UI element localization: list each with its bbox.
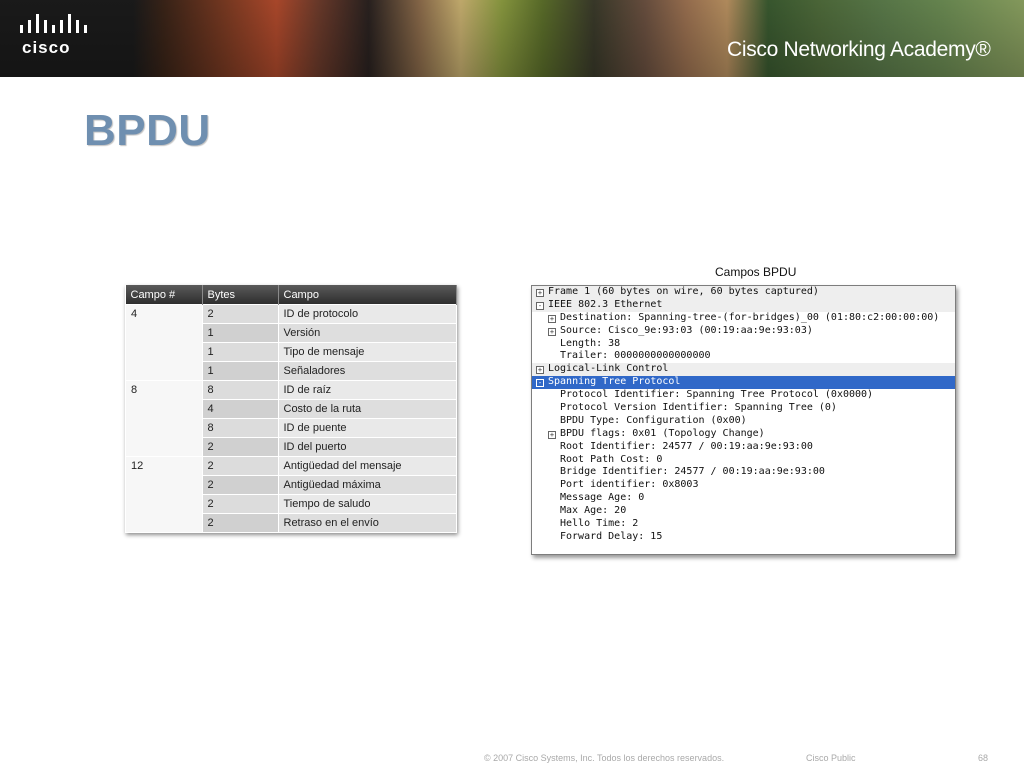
packet-detail-panel[interactable]: + Frame 1 (60 bytes on wire, 60 bytes cap… [531, 285, 956, 555]
cell-bytes: 2 [201, 513, 279, 533]
packet-tree-label: Port identifier: 0x8003 [560, 479, 699, 491]
page-title: BPDU [84, 106, 211, 155]
expand-icon[interactable]: + [548, 430, 556, 439]
packet-tree-label: Logical-Link Control [548, 363, 669, 375]
cell-bytes: 2 [201, 475, 279, 495]
packet-tree-label: Protocol Version Identifier: Spanning Tr… [560, 402, 837, 414]
cell-field-name: Versión [277, 323, 457, 343]
cell-field-name: Señaladores [277, 361, 457, 381]
packet-tree-label: Frame 1 (60 bytes on wire, 60 bytes capt… [548, 286, 819, 297]
packet-tree-item[interactable]: BPDU Type: Configuration (0x00) [532, 415, 955, 428]
cell-bytes: 1 [201, 361, 279, 381]
packet-tree-label: Source: Cisco_9e:93:03 (00:19:aa:9e:93:0… [560, 324, 813, 336]
packet-tree-item[interactable]: Root Path Cost: 0 [532, 454, 955, 467]
cell-field-name: ID de protocolo [277, 304, 457, 324]
column-header-campo: Campo [278, 285, 457, 305]
cell-bytes: 2 [201, 456, 279, 476]
packet-tree-item[interactable]: Forward Delay: 15 [532, 531, 955, 544]
packet-tree-label: Protocol Identifier: Spanning Tree Proto… [560, 389, 874, 401]
cisco-bars-icon [20, 14, 87, 33]
cell-field-number: 4 [125, 304, 203, 381]
cell-bytes: 2 [201, 304, 279, 324]
table-row: 4 2 ID de protocolo [125, 304, 457, 381]
cell-bytes: 1 [201, 342, 279, 362]
cell-bytes: 2 [201, 437, 279, 457]
expand-icon[interactable]: + [536, 289, 544, 297]
packet-tree-label: Root Path Cost: 0 [560, 453, 663, 465]
cell-field-name: Antigüedad del mensaje [277, 456, 457, 476]
footer-classification: Cisco Public [806, 753, 856, 763]
cell-bytes: 4 [201, 399, 279, 419]
packet-tree-item[interactable]: Bridge Identifier: 24577 / 00:19:aa:9e:9… [532, 466, 955, 479]
packet-tree-item[interactable]: - IEEE 802.3 Ethernet [532, 298, 955, 312]
expand-icon[interactable]: + [548, 327, 556, 336]
expand-icon[interactable]: + [548, 314, 556, 323]
cell-field-name: Costo de la ruta [277, 399, 457, 419]
packet-tree-item[interactable]: + BPDU flags: 0x01 (Topology Change) [532, 428, 955, 441]
collapse-icon[interactable]: - [536, 379, 544, 388]
packet-tree-label: Length: 38 [560, 337, 621, 349]
packet-tree-label: Max Age: 20 [560, 505, 627, 517]
packet-tree-item[interactable]: + Logical-Link Control [532, 363, 955, 377]
packet-tree-item[interactable]: - Spanning Tree Protocol [532, 376, 955, 390]
cell-field-name: ID del puerto [277, 437, 457, 457]
packet-tree-label: Root Identifier: 24577 / 00:19:aa:9e:93:… [560, 440, 813, 452]
packet-tree-item[interactable]: Trailer: 0000000000000000 [532, 350, 955, 363]
cell-field-name: Retraso en el envío [277, 513, 457, 533]
packet-tree-label: Forward Delay: 15 [560, 530, 663, 542]
cell-bytes: 2 [201, 494, 279, 514]
packet-tree-label: Message Age: 0 [560, 492, 645, 504]
packet-tree-label: Trailer: 0000000000000000 [560, 350, 711, 362]
packet-tree-label: IEEE 802.3 Ethernet [548, 298, 663, 310]
packet-tree-label: Hello Time: 2 [560, 518, 639, 530]
packet-tree-item[interactable]: + Source: Cisco_9e:93:03 (00:19:aa:9e:93:… [532, 325, 955, 338]
cell-bytes: 1 [201, 323, 279, 343]
cell-field-name: Tiempo de saludo [277, 494, 457, 514]
packet-tree-item[interactable]: Hello Time: 2 [532, 518, 955, 531]
packet-tree-item[interactable]: Message Age: 0 [532, 492, 955, 505]
cell-field-number: 8 [125, 380, 203, 457]
packet-tree-item[interactable]: Protocol Identifier: Spanning Tree Proto… [532, 389, 955, 402]
footer-page-number: 68 [978, 753, 989, 763]
packet-tree-item[interactable]: Root Identifier: 24577 / 00:19:aa:9e:93:… [532, 441, 955, 454]
packet-tree-label: Bridge Identifier: 24577 / 00:19:aa:9e:9… [560, 466, 825, 478]
table-row: 12 2 Antigüedad del mensaje [125, 456, 457, 533]
packet-tree-item[interactable]: + Frame 1 (60 bytes on wire, 60 bytes cap… [532, 286, 955, 299]
bpdu-field-table: Campo # Bytes Campo 4 2 ID de protocolo 1 Ve… [125, 285, 457, 533]
packet-panel-caption: Campos BPDU [715, 265, 797, 279]
packet-tree-label: BPDU flags: 0x01 (Topology Change) [560, 427, 765, 439]
expand-icon[interactable]: + [536, 366, 544, 375]
cell-bytes: 8 [201, 380, 279, 400]
table-header-row: Campo # Bytes Campo [125, 285, 457, 305]
packet-tree-item[interactable]: Port identifier: 0x8003 [532, 479, 955, 492]
cell-field-number: 12 [125, 456, 203, 533]
column-header-bytes: Bytes [202, 285, 279, 305]
cell-field-name: ID de raíz [277, 380, 457, 400]
cell-bytes: 8 [201, 418, 279, 438]
packet-tree-label: Destination: Spanning-tree-(for-bridges)… [560, 311, 940, 323]
column-header-campo-num: Campo # [125, 285, 203, 305]
cisco-wordmark: cisco [22, 38, 71, 57]
cell-field-name: ID de puente [277, 418, 457, 438]
cell-field-name: Tipo de mensaje [277, 342, 457, 362]
packet-tree-item[interactable]: Max Age: 20 [532, 505, 955, 518]
packet-tree-item[interactable]: Protocol Version Identifier: Spanning Tr… [532, 402, 955, 415]
table-row: 8 8 ID de raíz [125, 380, 457, 457]
packet-tree-item[interactable]: + Destination: Spanning-tree-(for-bridges… [532, 312, 955, 325]
collapse-icon[interactable]: - [536, 301, 544, 310]
table-body: 4 2 ID de protocolo 1 Versión 1 Tipo de mensaj… [125, 304, 457, 533]
academy-title: Cisco Networking Academy® [727, 38, 991, 61]
cisco-logo: cisco [18, 14, 98, 62]
packet-tree-label: BPDU Type: Configuration (0x00) [560, 414, 747, 426]
cell-field-name: Antigüedad máxima [277, 475, 457, 495]
packet-tree-label: Spanning Tree Protocol [548, 376, 681, 388]
footer-copyright: © 2007 Cisco Systems, Inc. Todos los der… [484, 753, 725, 763]
packet-tree-item[interactable]: Length: 38 [532, 338, 955, 351]
